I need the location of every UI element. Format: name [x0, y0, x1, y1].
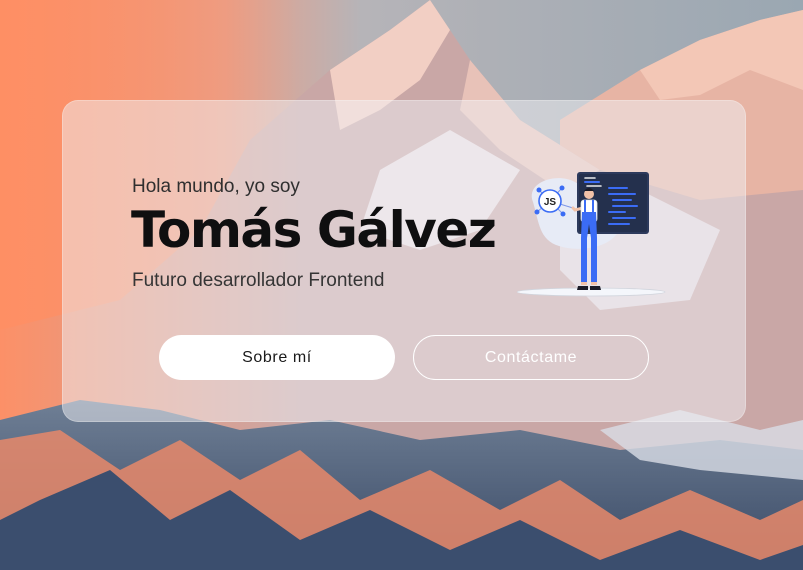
about-button[interactable]: Sobre mí [159, 335, 395, 380]
developer-presenting-code-illustration: JS [517, 172, 666, 297]
js-badge-text: JS [544, 197, 557, 208]
contact-button[interactable]: Contáctame [413, 335, 649, 380]
hero-name: Tomás Gálvez [131, 201, 497, 259]
role-text: Futuro desarrollador Frontend [132, 270, 385, 291]
greeting-text: Hola mundo, yo soy [132, 176, 300, 197]
